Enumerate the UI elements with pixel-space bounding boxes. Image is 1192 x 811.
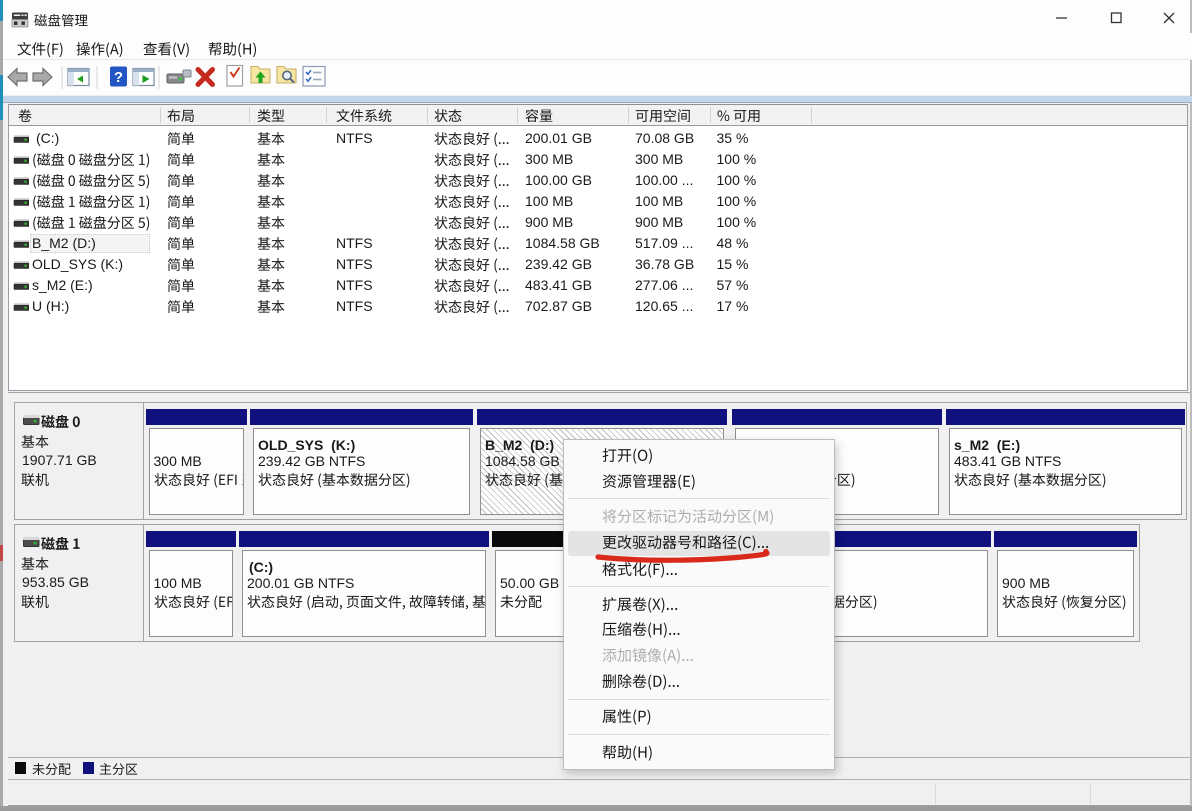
svg-text:?: ? — [114, 69, 123, 86]
